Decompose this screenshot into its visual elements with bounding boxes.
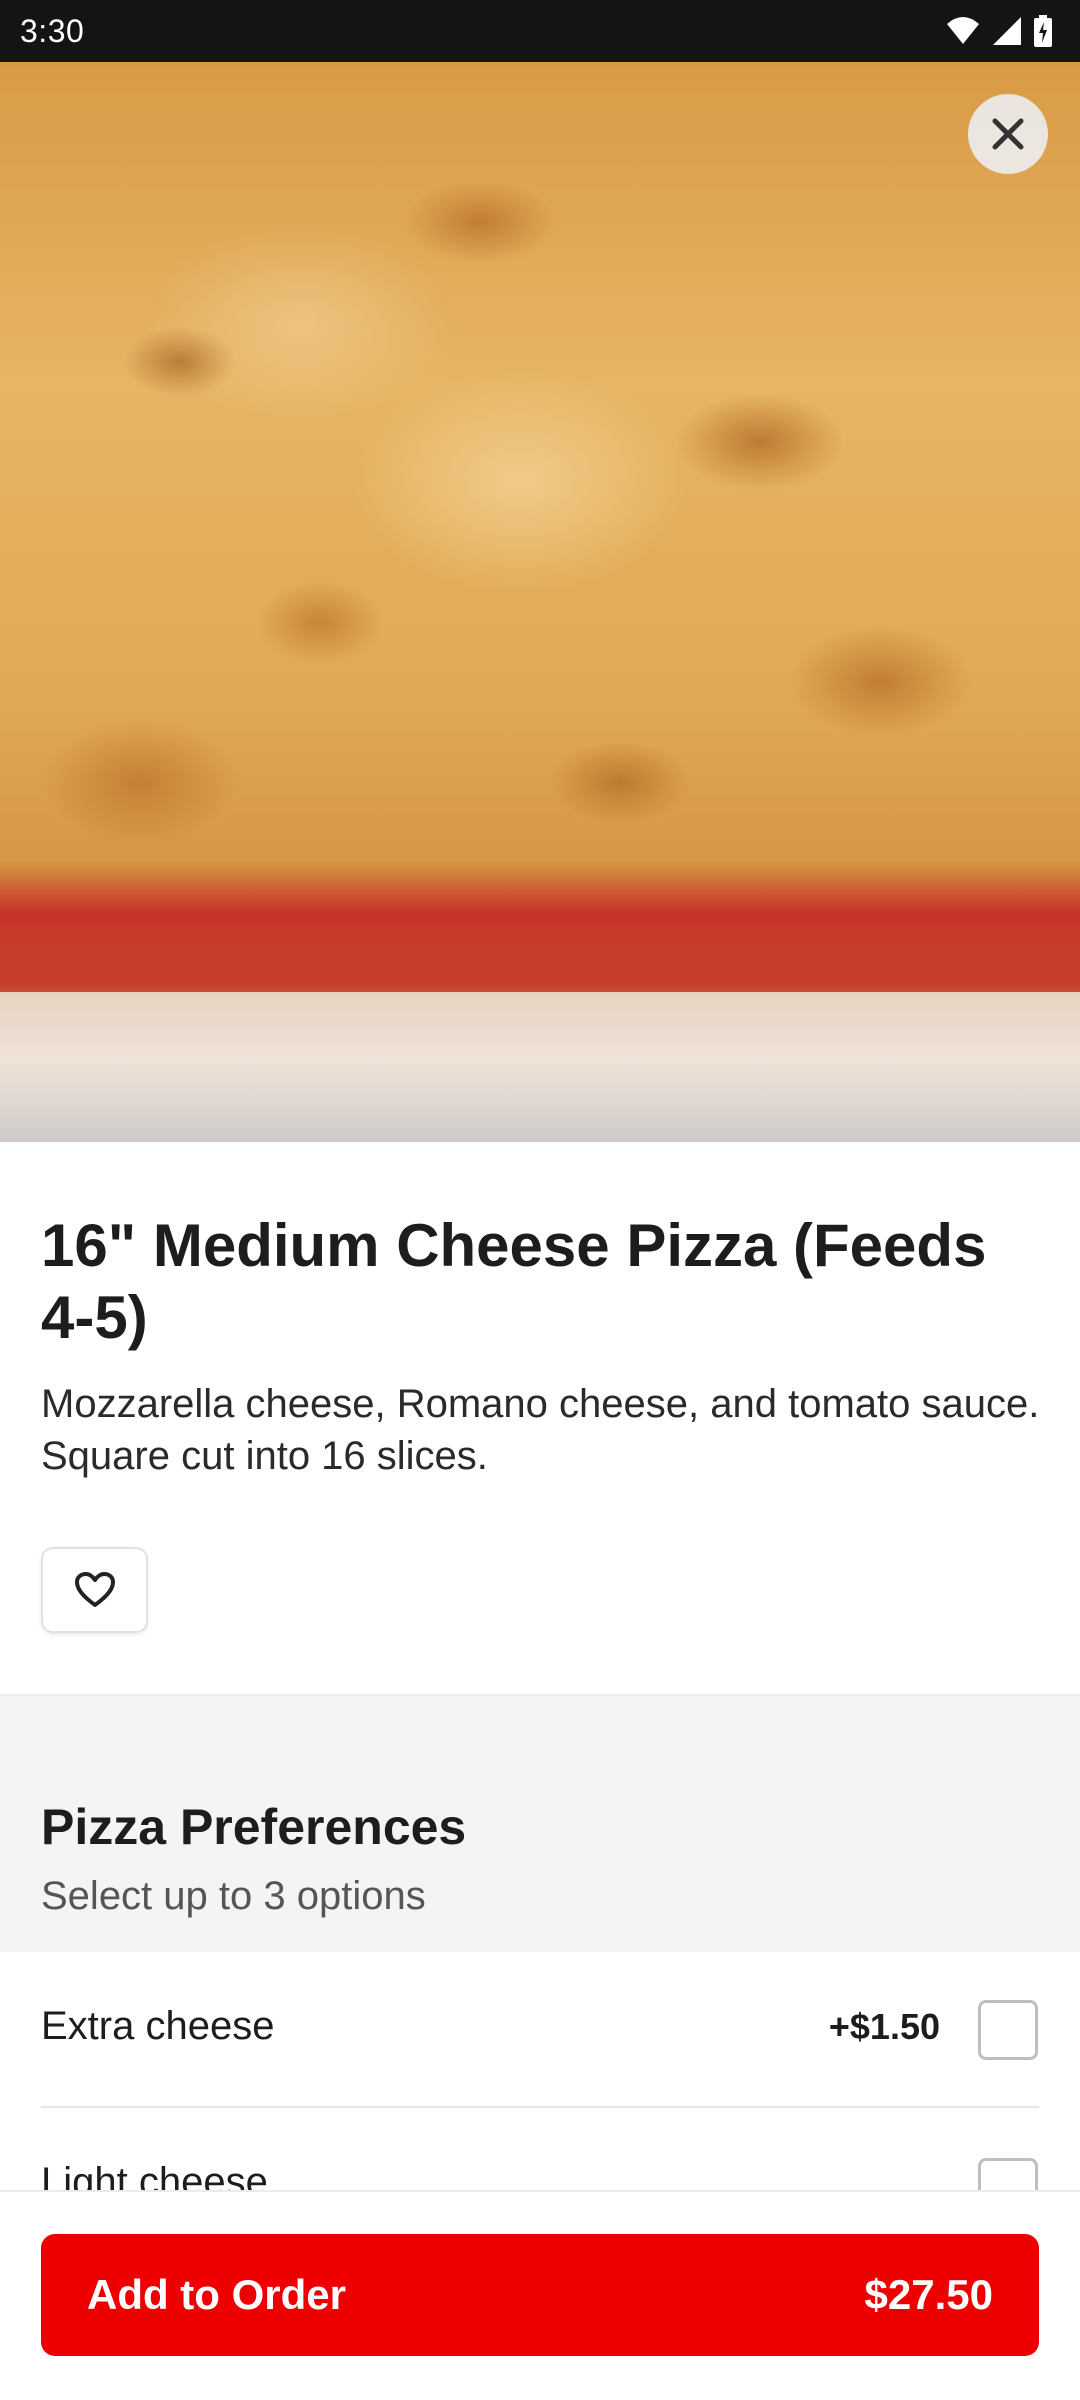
add-to-order-button[interactable]: Add to Order $27.50 <box>41 2234 1039 2356</box>
option-checkbox[interactable] <box>978 2000 1038 2060</box>
status-bar: 3:30 <box>0 0 1080 62</box>
option-price: +$1.50 <box>828 2006 940 2047</box>
signal-icon <box>993 17 1021 45</box>
favorite-button[interactable] <box>41 1547 148 1633</box>
battery-charging-icon <box>1034 15 1052 47</box>
order-total-price: $27.50 <box>864 2271 993 2318</box>
close-button[interactable] <box>968 94 1048 174</box>
status-time: 3:30 <box>20 13 85 49</box>
close-icon <box>992 118 1024 150</box>
product-description: Mozzarella cheese, Romano cheese, and to… <box>41 1382 1040 1478</box>
section-title: Pizza Preferences <box>41 1799 467 1855</box>
option-row-extra-cheese[interactable]: Extra cheese +$1.50 <box>0 1952 1080 2108</box>
status-icons <box>946 13 1052 49</box>
cheese-pizza-photo <box>0 62 1080 1142</box>
heart-outline-icon <box>74 1572 115 1607</box>
wifi-icon <box>947 17 979 44</box>
option-label: Extra cheese <box>41 2004 275 2048</box>
pizza-crust-layer <box>0 992 1080 1142</box>
add-to-order-label: Add to Order <box>87 2271 346 2318</box>
product-title: 16" Medium Cheese Pizza (Feeds 4-5) <box>41 1212 987 1351</box>
section-subtitle: Select up to 3 options <box>41 1874 426 1918</box>
